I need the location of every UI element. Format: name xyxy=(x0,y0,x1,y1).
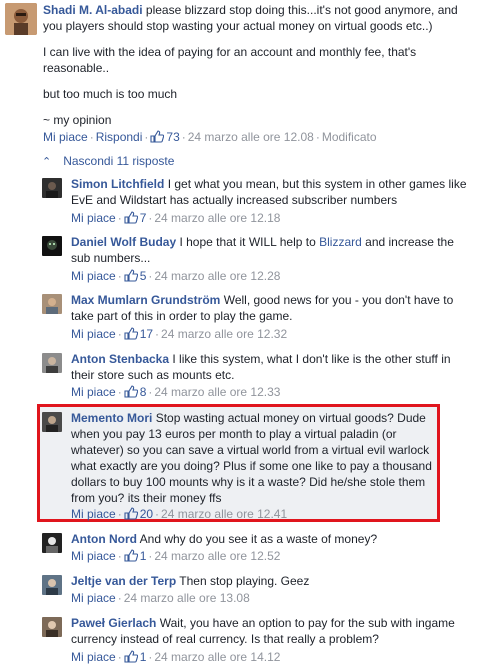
like-button[interactable]: Mi piace xyxy=(71,211,116,225)
reply-actions: Mi piace · 5 · 24 marzo alle ore 12.28 xyxy=(71,269,281,283)
like-button[interactable]: Mi piace xyxy=(71,549,116,563)
comment-author[interactable]: Shadi M. Al-abadi xyxy=(43,3,143,17)
reply-actions: Mi piace · 8 · 24 marzo alle ore 12.33 xyxy=(71,385,281,399)
like-count[interactable]: 1 xyxy=(124,650,146,664)
reply-actions: Mi piace · 1 · 24 marzo alle ore 14.12 xyxy=(71,650,281,664)
chevron-up-icon: ⌃ xyxy=(42,156,52,168)
thumbs-up-icon xyxy=(124,385,138,398)
avatar[interactable] xyxy=(42,617,62,637)
like-count[interactable]: 17 xyxy=(124,327,153,341)
reply-actions: Mi piace · 1 · 24 marzo alle ore 12.52 xyxy=(71,549,281,563)
hide-replies-toggle[interactable]: ⌃ Nascondi 11 risposte xyxy=(42,153,174,170)
avatar[interactable] xyxy=(42,178,62,198)
like-button[interactable]: Mi piace xyxy=(43,130,88,144)
thumbs-up-icon xyxy=(124,269,138,282)
avatar[interactable] xyxy=(42,294,62,314)
mention-link[interactable]: Blizzard xyxy=(319,235,362,249)
like-count[interactable]: 7 xyxy=(124,211,146,225)
like-count[interactable]: 73 xyxy=(150,130,180,144)
comment-text-paragraph: I can live with the idea of paying for a… xyxy=(43,45,417,75)
reply-time[interactable]: 24 marzo alle ore 13.08 xyxy=(124,591,250,605)
reply-time[interactable]: 24 marzo alle ore 12.18 xyxy=(154,211,280,225)
comment-actions: Mi piace · Rispondi · 73 · 24 marzo alle ore 1… xyxy=(43,130,377,144)
avatar[interactable] xyxy=(42,353,62,373)
comment-text-paragraph: ~ my opinion xyxy=(43,113,112,127)
reply-time[interactable]: 24 marzo alle ore 14.12 xyxy=(154,650,280,664)
reply-time[interactable]: 24 marzo alle ore 12.41 xyxy=(161,507,287,521)
reply-text: Stop wasting actual money on virtual goo… xyxy=(71,411,432,505)
avatar[interactable] xyxy=(42,236,62,256)
reply-author[interactable]: Max Mumlarn Grundström xyxy=(71,293,220,307)
reply-author[interactable]: Jeltje van der Terp xyxy=(71,574,176,588)
avatar[interactable] xyxy=(42,412,62,432)
reply-actions: Mi piace · 20 · 24 marzo alle ore 12.41 xyxy=(71,507,288,521)
reply-text: Then stop playing. Geez xyxy=(179,574,310,588)
reply-button[interactable]: Rispondi xyxy=(96,130,143,144)
reply-author[interactable]: Paweł Gierlach xyxy=(71,616,156,630)
like-count[interactable]: 1 xyxy=(124,549,146,563)
edited-label[interactable]: Modificato xyxy=(322,130,377,144)
reply-time[interactable]: 24 marzo alle ore 12.28 xyxy=(154,269,280,283)
like-button[interactable]: Mi piace xyxy=(71,385,116,399)
avatar[interactable] xyxy=(42,533,62,553)
thumbs-up-icon xyxy=(124,650,138,663)
thumbs-up-icon xyxy=(150,130,165,143)
reply-author[interactable]: Memento Mori xyxy=(71,411,152,425)
avatar[interactable] xyxy=(5,3,37,35)
like-button[interactable]: Mi piace xyxy=(71,269,116,283)
reply-time[interactable]: 24 marzo alle ore 12.52 xyxy=(154,549,280,563)
like-button[interactable]: Mi piace xyxy=(71,591,116,605)
like-count[interactable]: 8 xyxy=(124,385,146,399)
like-button[interactable]: Mi piace xyxy=(71,327,116,341)
reply-time[interactable]: 24 marzo alle ore 12.32 xyxy=(161,327,287,341)
thumbs-up-icon xyxy=(124,507,138,520)
reply-time[interactable]: 24 marzo alle ore 12.33 xyxy=(154,385,280,399)
reply-actions: Mi piace · 24 marzo alle ore 13.08 xyxy=(71,591,250,605)
avatar[interactable] xyxy=(42,575,62,595)
comment-time[interactable]: 24 marzo alle ore 12.08 xyxy=(188,130,314,144)
reply-author[interactable]: Anton Nord xyxy=(71,532,137,546)
thumbs-up-icon xyxy=(124,549,138,562)
thumbs-up-icon xyxy=(124,327,138,340)
thumbs-up-icon xyxy=(124,211,138,224)
like-button[interactable]: Mi piace xyxy=(71,650,116,664)
reply-author[interactable]: Simon Litchfield xyxy=(71,177,164,191)
reply-text: I hope that it WILL help to xyxy=(179,235,316,249)
reply-author[interactable]: Anton Stenbacka xyxy=(71,352,169,366)
reply-actions: Mi piace · 7 · 24 marzo alle ore 12.18 xyxy=(71,211,281,225)
like-count[interactable]: 5 xyxy=(124,269,146,283)
reply-text: And why do you see it as a waste of mone… xyxy=(139,532,378,546)
like-count[interactable]: 20 xyxy=(124,507,153,521)
like-button[interactable]: Mi piace xyxy=(71,507,116,521)
reply-author[interactable]: Daniel Wolf Buday xyxy=(71,235,176,249)
reply-actions: Mi piace · 17 · 24 marzo alle ore 12.32 xyxy=(71,327,288,341)
comment-text-paragraph: but too much is too much xyxy=(43,87,178,101)
